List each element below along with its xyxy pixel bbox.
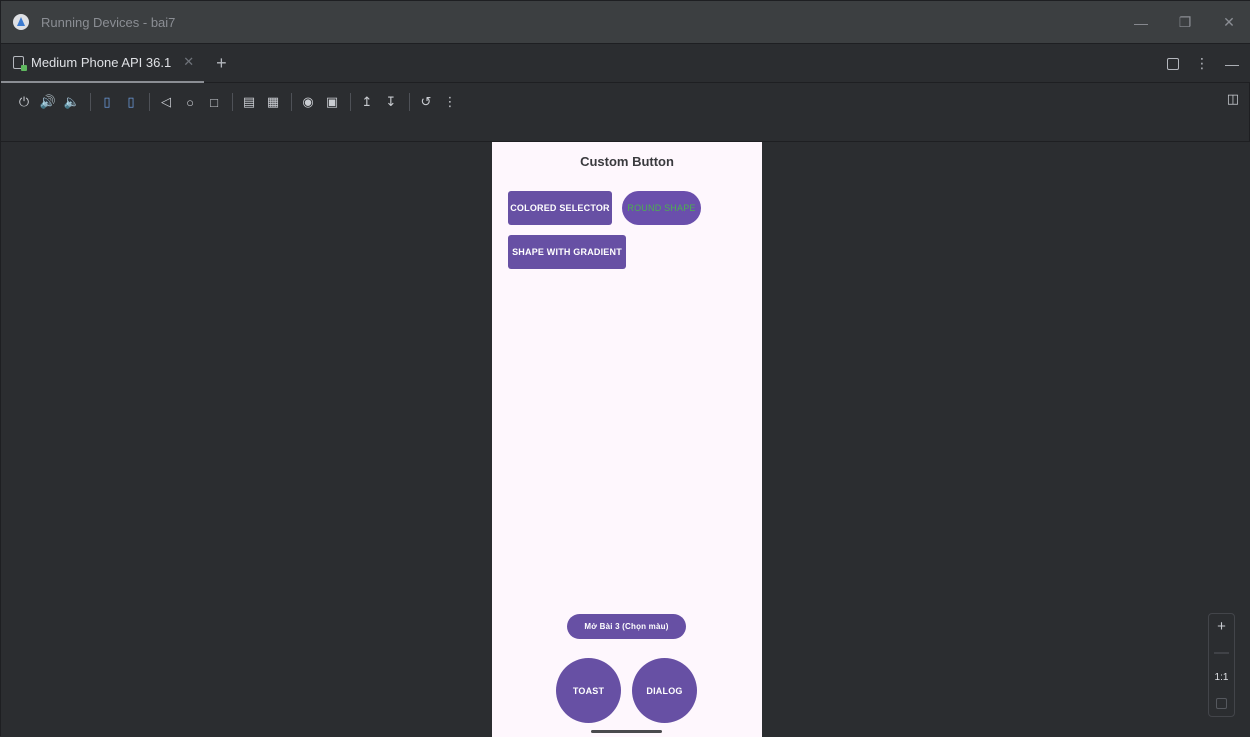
- toolbar-separator: [350, 93, 351, 111]
- title-bar: Running Devices - bai7 — ❐ ✕: [1, 1, 1250, 44]
- emulator-toolbar: ⏻ 🔊 🔈 ▯ ▯ ◁ ○ □ ▤ ▦ ◉ ▣ ↥ ↧ ↺ ⋮ ◫: [1, 83, 1250, 121]
- toolbar-separator: [149, 93, 150, 111]
- device-tab-bar: Medium Phone API 36.1 ✕ + ⋮ —: [1, 44, 1250, 83]
- shape-gradient-button[interactable]: SHAPE WITH GRADIENT: [508, 235, 626, 269]
- download-icon[interactable]: ↧: [380, 91, 402, 113]
- overview-icon[interactable]: □: [203, 91, 225, 113]
- device-manager-icon[interactable]: ◫: [1227, 91, 1239, 107]
- reset-icon[interactable]: ↺: [415, 91, 437, 113]
- app-title: Custom Button: [580, 154, 674, 169]
- volume-down-icon[interactable]: 🔈: [61, 91, 83, 113]
- gesture-home-bar[interactable]: [591, 730, 662, 733]
- detach-icon[interactable]: [1167, 57, 1179, 70]
- toolbar-separator: [90, 93, 91, 111]
- zoom-actual-size-button[interactable]: 1:1: [1215, 667, 1229, 689]
- device-file-icon[interactable]: ▤: [238, 91, 260, 113]
- rotate-right-icon[interactable]: ▯: [120, 91, 142, 113]
- volume-up-icon[interactable]: 🔊: [37, 91, 59, 113]
- tab-medium-phone[interactable]: Medium Phone API 36.1 ✕: [1, 44, 205, 83]
- snapshot-icon[interactable]: ▦: [262, 91, 284, 113]
- zoom-out-icon[interactable]: —: [1214, 641, 1229, 663]
- power-icon[interactable]: ⏻: [13, 91, 35, 113]
- running-devices-window: Running Devices - bai7 — ❐ ✕ Medium Phon…: [0, 0, 1250, 737]
- home-icon[interactable]: ○: [179, 91, 201, 113]
- minimize-icon[interactable]: —: [1119, 1, 1163, 44]
- tab-close-icon[interactable]: ✕: [183, 54, 194, 70]
- screen-record-icon[interactable]: ▣: [321, 91, 343, 113]
- phone-screen[interactable]: Custom Button COLORED SELECTOR ROUND SHA…: [492, 142, 762, 737]
- screenshot-icon[interactable]: ◉: [297, 91, 319, 113]
- more-icon[interactable]: ⋮: [439, 91, 461, 113]
- tab-label: Medium Phone API 36.1: [31, 54, 172, 70]
- zoom-controls: + — 1:1: [1208, 613, 1235, 717]
- dialog-button[interactable]: DIALOG: [632, 658, 697, 723]
- add-device-icon[interactable]: +: [216, 53, 227, 74]
- open-lesson-button[interactable]: Mở Bài 3 (Chọn màu): [567, 614, 686, 639]
- window-title: Running Devices - bai7: [41, 14, 176, 30]
- toolbar-separator: [232, 93, 233, 111]
- android-studio-logo-icon: [13, 14, 29, 30]
- colored-selector-button[interactable]: COLORED SELECTOR: [508, 191, 612, 225]
- back-icon[interactable]: ◁: [155, 91, 177, 113]
- window-controls: — ❐ ✕: [1119, 1, 1250, 44]
- round-shape-button[interactable]: ROUND SHAPE: [622, 191, 701, 225]
- zoom-fit-icon[interactable]: [1216, 692, 1227, 714]
- tabbar-actions: ⋮ —: [1167, 44, 1239, 83]
- zoom-in-icon[interactable]: +: [1217, 616, 1226, 638]
- toolbar-separator: [291, 93, 292, 111]
- hide-panel-icon[interactable]: —: [1225, 56, 1239, 72]
- toast-button[interactable]: TOAST: [556, 658, 621, 723]
- close-icon[interactable]: ✕: [1207, 1, 1250, 44]
- rotate-left-icon[interactable]: ▯: [96, 91, 118, 113]
- more-options-icon[interactable]: ⋮: [1195, 55, 1209, 72]
- toolbar-separator: [409, 93, 410, 111]
- restore-icon[interactable]: ❐: [1163, 1, 1207, 44]
- upload-icon[interactable]: ↥: [356, 91, 378, 113]
- device-phone-icon: [13, 55, 27, 71]
